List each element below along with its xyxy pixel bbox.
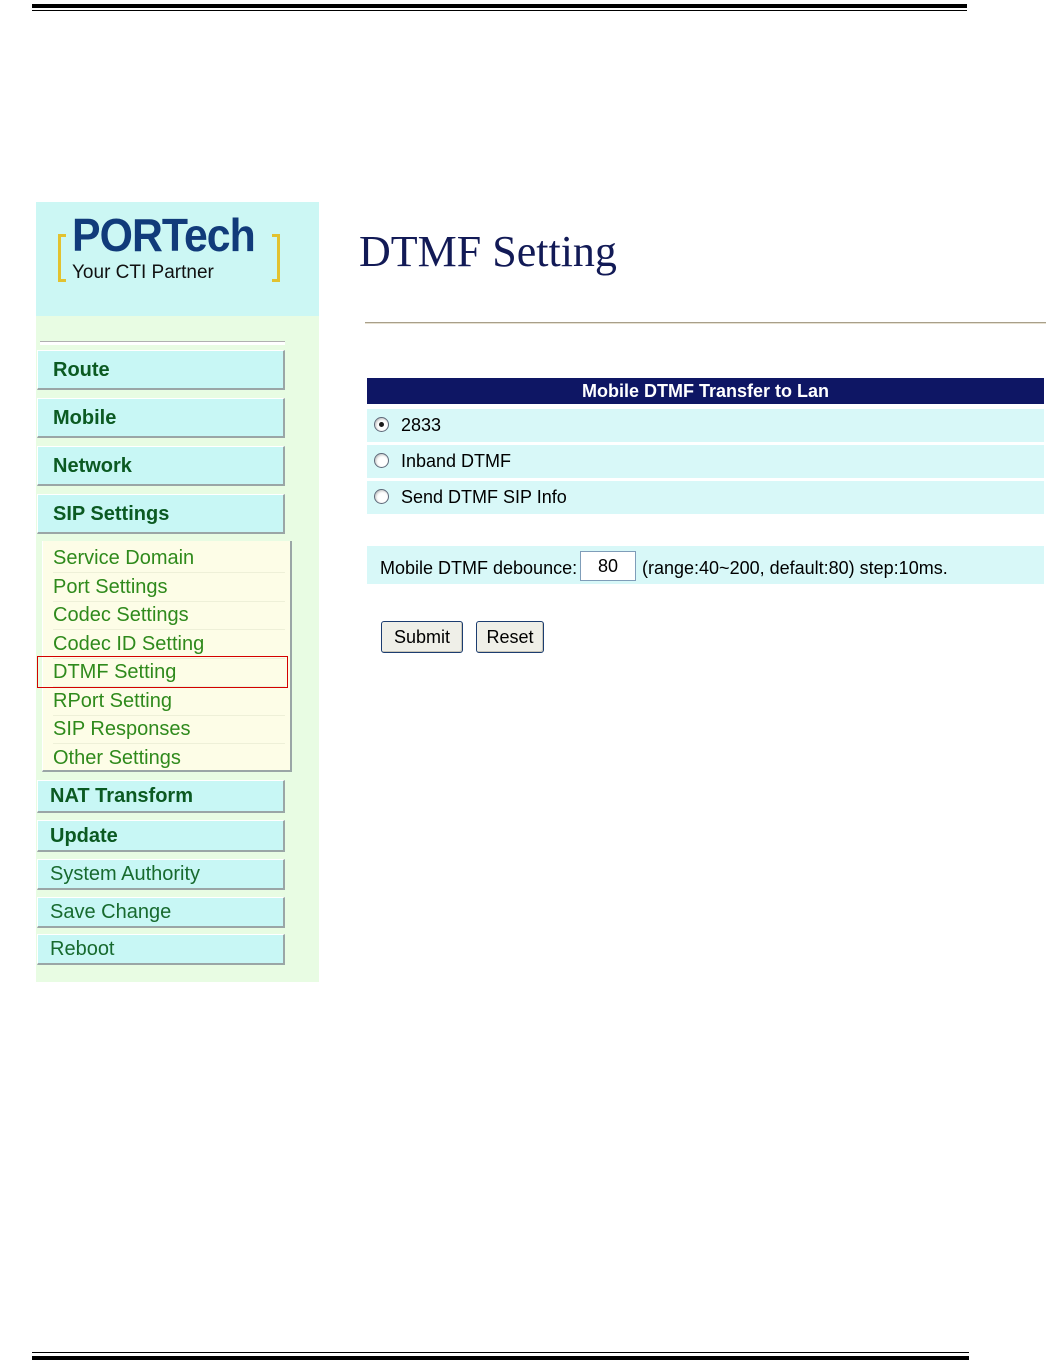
debounce-label: Mobile DTMF debounce:	[380, 558, 578, 578]
logo-area: PORTech Your CTI Partner	[36, 202, 319, 316]
logo-brand: PORTech	[72, 209, 256, 261]
nav-route[interactable]: Route	[37, 350, 285, 390]
option-label: 2833	[401, 415, 442, 435]
submenu-dtmf-setting[interactable]: DTMF Setting	[53, 658, 285, 687]
nav-update[interactable]: Update	[37, 820, 285, 852]
sip-submenu: Service Domain Port Settings Codec Setti…	[42, 541, 292, 772]
debounce-hint: (range:40~200, default:80) step:10ms.	[642, 558, 948, 578]
logo-tagline: Your CTI Partner	[72, 262, 214, 283]
logo-bracket-right	[272, 234, 280, 282]
submenu-other-settings[interactable]: Other Settings	[53, 744, 285, 772]
logo-bracket-left	[58, 234, 66, 282]
radio-send-dtmf-sip-info[interactable]	[374, 489, 389, 504]
panel-header: Mobile DTMF Transfer to Lan	[367, 378, 1044, 404]
radio-inband-dtmf[interactable]	[374, 453, 389, 468]
option-inband-dtmf[interactable]: Inband DTMF	[367, 445, 1044, 478]
option-send-dtmf-sip-info[interactable]: Send DTMF SIP Info	[367, 481, 1044, 514]
nav-separator	[40, 341, 285, 345]
top-rule-thin	[32, 10, 967, 11]
submenu-rport-setting[interactable]: RPort Setting	[53, 687, 285, 716]
option-2833[interactable]: 2833	[367, 409, 1044, 442]
reset-button[interactable]: Reset	[476, 621, 544, 653]
top-rule	[32, 4, 967, 8]
sidebar: PORTech Your CTI Partner Route Mobile Ne…	[36, 202, 319, 982]
submenu-codec-id-setting[interactable]: Codec ID Setting	[53, 630, 285, 659]
submenu-service-domain[interactable]: Service Domain	[53, 544, 285, 573]
nav-mobile[interactable]: Mobile	[37, 398, 285, 438]
nav-nat-transform[interactable]: NAT Transform	[37, 780, 285, 813]
submenu-sip-responses[interactable]: SIP Responses	[53, 715, 285, 744]
title-divider	[365, 322, 1046, 324]
option-label: Send DTMF SIP Info	[401, 487, 567, 507]
radio-2833[interactable]	[374, 417, 389, 432]
submit-button[interactable]: Submit	[381, 621, 463, 653]
nav-network[interactable]: Network	[37, 446, 285, 486]
submenu-port-settings[interactable]: Port Settings	[53, 573, 285, 602]
option-label: Inband DTMF	[401, 451, 512, 471]
bottom-rule	[32, 1356, 969, 1360]
bottom-rule-thin	[32, 1352, 969, 1353]
nav-save-change[interactable]: Save Change	[37, 897, 285, 928]
nav-sip-settings[interactable]: SIP Settings	[37, 494, 285, 534]
page-title: DTMF Setting	[359, 227, 617, 276]
nav-system-authority[interactable]: System Authority	[37, 859, 285, 890]
portech-logo: PORTech Your CTI Partner	[58, 209, 280, 286]
nav-reboot[interactable]: Reboot	[37, 934, 285, 965]
debounce-row: Mobile DTMF debounce: (range:40~200, def…	[367, 546, 1044, 584]
submenu-codec-settings[interactable]: Codec Settings	[53, 601, 285, 630]
debounce-input[interactable]	[580, 551, 636, 581]
